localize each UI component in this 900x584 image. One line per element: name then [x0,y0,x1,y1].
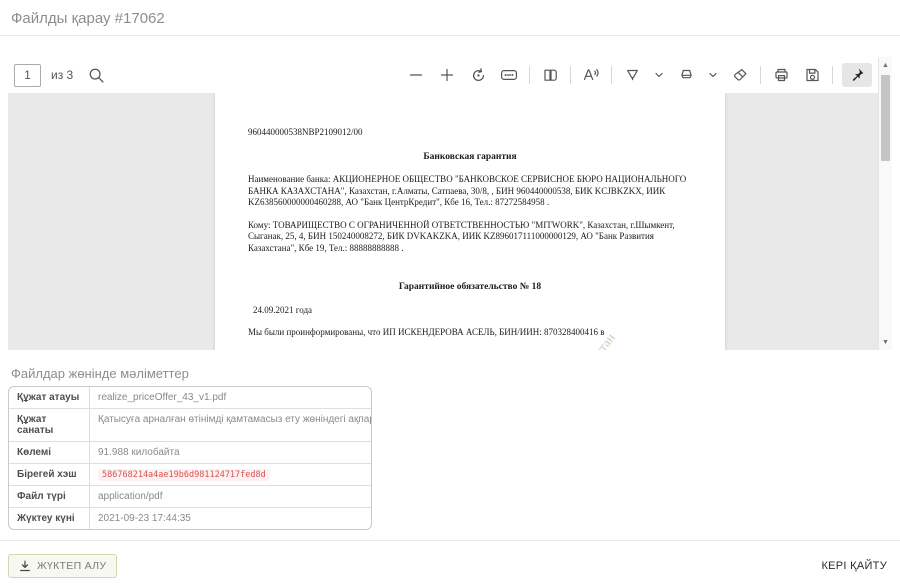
top-divider [0,35,900,36]
page-title: Файлды қарау #17062 [11,10,165,27]
document-recipient-paragraph: Кому: ТОВАРИЩЕСТВО С ОГРАНИЧЕННОЙ ОТВЕТС… [248,220,692,255]
bottom-divider [0,540,900,541]
toolbar-separator [529,66,530,84]
row-label: Құжат атауы [9,387,90,408]
download-icon [19,560,31,572]
chevron-down-icon[interactable] [652,63,666,87]
back-button[interactable]: КЕРІ ҚАЙТУ [821,560,887,572]
table-row: Көлемі 91.988 килобайта [9,442,371,464]
row-value: 586768214a4ae19b6d981124717fed8d [90,464,371,485]
row-label: Құжат санаты [9,409,90,441]
page-view-icon[interactable] [539,63,561,87]
viewer-scrollbar[interactable]: ▲ ▼ [878,57,892,350]
save-icon[interactable] [801,63,823,87]
download-button[interactable]: ЖҮКТЕП АЛУ [8,554,117,578]
row-label: Жүктеу күні [9,508,90,529]
rotate-icon[interactable] [467,63,489,87]
read-aloud-icon[interactable] [580,63,602,87]
row-value: 91.988 килобайта [90,442,371,463]
table-row: Бірегей хэш 586768214a4ae19b6d981124717f… [9,464,371,486]
download-button-label: ЖҮКТЕП АЛУ [37,560,106,572]
chevron-down-icon[interactable] [706,63,720,87]
row-label: Бірегей хэш [9,464,90,485]
row-value: Қатысуға арналған өтінімді қамтамасыз ет… [90,409,371,441]
row-value: application/pdf [90,486,371,507]
file-info-table: Құжат атауы realize_priceOffer_43_v1.pdf… [8,386,372,530]
toolbar-separator [760,66,761,84]
zoom-out-icon[interactable] [405,63,427,87]
table-row: Құжат атауы realize_priceOffer_43_v1.pdf [9,387,371,409]
pdf-viewer: из 3 [8,57,892,350]
document-bank-paragraph: Наименование банка: АКЦИОНЕРНОЕ ОБЩЕСТВО… [248,174,692,209]
file-hash: 586768214a4ae19b6d981124717fed8d [98,469,270,481]
page-count-label: из 3 [51,68,73,82]
print-icon[interactable] [770,63,792,87]
table-row: Файл түрі application/pdf [9,486,371,508]
toolbar-separator [611,66,612,84]
pdf-toolbar: из 3 [8,57,878,93]
highlight-icon[interactable] [675,63,697,87]
pdf-page: 960440000538NBP2109012/00 Банковская гар… [215,93,725,350]
pdf-canvas: 960440000538NBP2109012/00 Банковская гар… [8,93,878,350]
document-body-line: Мы были проинформированы, что ИП ИСКЕНДЕ… [248,327,692,339]
toolbar-separator [832,66,833,84]
zoom-in-icon[interactable] [436,63,458,87]
table-row: Жүктеу күні 2021-09-23 17:44:35 [9,508,371,529]
row-value: 2021-09-23 17:44:35 [90,508,371,529]
draw-icon[interactable] [621,63,643,87]
document-reference: 960440000538NBP2109012/00 [248,127,692,139]
document-title: Банковская гарантия [248,152,692,164]
table-row: Құжат санаты Қатысуға арналған өтінімді … [9,409,371,442]
document-date: 24.09.2021 года [248,305,692,317]
row-label: Файл түрі [9,486,90,507]
scroll-down-icon[interactable]: ▼ [879,335,892,349]
pin-toolbar-icon[interactable] [842,63,872,87]
row-label: Көлемі [9,442,90,463]
guarantee-title: Гарантийное обязательство № 18 [248,282,692,294]
erase-icon[interactable] [729,63,751,87]
scroll-up-icon[interactable]: ▲ [879,58,892,72]
file-info-heading: Файлдар жөнінде мәліметтер [11,366,189,381]
search-icon[interactable] [85,63,107,87]
page-number-input[interactable] [14,64,41,87]
row-value: realize_priceOffer_43_v1.pdf [90,387,371,408]
fit-to-width-icon[interactable] [498,63,520,87]
scrollbar-thumb[interactable] [881,75,890,161]
toolbar-separator [570,66,571,84]
